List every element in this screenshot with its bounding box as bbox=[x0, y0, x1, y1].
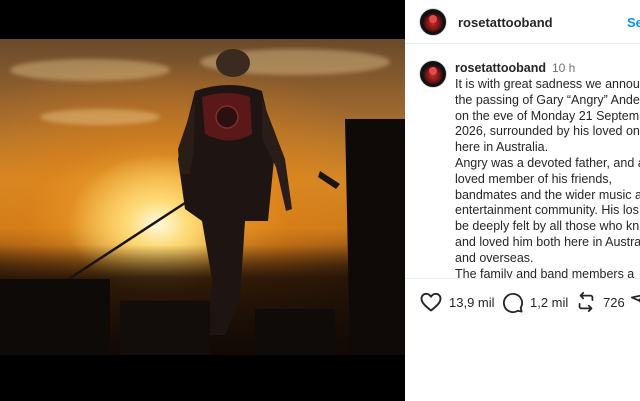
caption-meta: rosetattooband 10 h bbox=[455, 61, 575, 75]
caption-avatar[interactable] bbox=[419, 60, 447, 88]
media-top-letterbox bbox=[0, 0, 405, 39]
like-action[interactable]: 13,9 mil bbox=[419, 288, 495, 316]
like-count[interactable]: 13,9 mil bbox=[449, 295, 495, 310]
media-bottom-letterbox bbox=[0, 355, 405, 401]
caption-username[interactable]: rosetattooband bbox=[455, 61, 546, 75]
post-sidebar: rosetattooband Se rosetattooband 10 h It … bbox=[405, 0, 640, 401]
heart-icon[interactable] bbox=[419, 290, 443, 314]
share-action[interactable] bbox=[630, 288, 640, 316]
header-username[interactable]: rosetattooband bbox=[458, 15, 553, 30]
comment-action[interactable]: 1,2 mil bbox=[501, 288, 568, 316]
post-header: rosetattooband Se bbox=[405, 0, 640, 44]
repost-icon[interactable] bbox=[575, 291, 597, 313]
comment-icon[interactable] bbox=[501, 291, 524, 314]
actions-divider bbox=[405, 278, 640, 279]
post-media[interactable] bbox=[0, 0, 405, 401]
repost-count[interactable]: 726 bbox=[603, 295, 625, 310]
caption-area: rosetattooband 10 h It is with great sadn… bbox=[405, 56, 640, 278]
share-icon[interactable] bbox=[630, 291, 640, 313]
rose-icon bbox=[429, 67, 437, 75]
caption-text: It is with great sadness we announ the p… bbox=[455, 77, 640, 278]
follow-button[interactable]: Se bbox=[627, 15, 640, 30]
profile-avatar[interactable] bbox=[419, 8, 447, 36]
caption-timestamp[interactable]: 10 h bbox=[552, 61, 575, 75]
action-bar: 13,9 mil 1,2 mil 726 bbox=[405, 288, 640, 316]
rose-icon bbox=[429, 15, 437, 23]
performer-silhouette bbox=[0, 49, 405, 355]
comment-count[interactable]: 1,2 mil bbox=[530, 295, 568, 310]
repost-action[interactable]: 726 bbox=[575, 288, 625, 316]
post-photo[interactable] bbox=[0, 39, 405, 355]
